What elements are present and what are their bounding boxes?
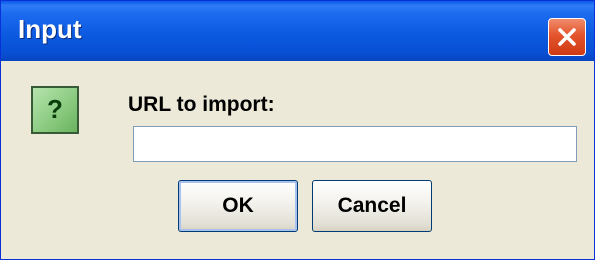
question-icon: ?	[31, 86, 79, 134]
cancel-button[interactable]: Cancel	[312, 180, 432, 232]
ok-button[interactable]: OK	[178, 180, 298, 232]
title-bar[interactable]: Input	[1, 1, 594, 61]
dialog-content: ? URL to import: OK Cancel	[11, 61, 584, 259]
close-button[interactable]	[548, 18, 586, 56]
close-icon	[558, 28, 576, 46]
window-title: Input	[18, 14, 82, 44]
url-input[interactable]	[133, 126, 577, 162]
input-dialog-window: Input ? URL to import: OK Cancel	[0, 0, 595, 260]
question-icon-glyph: ?	[47, 93, 63, 124]
prompt-label: URL to import:	[128, 93, 275, 116]
